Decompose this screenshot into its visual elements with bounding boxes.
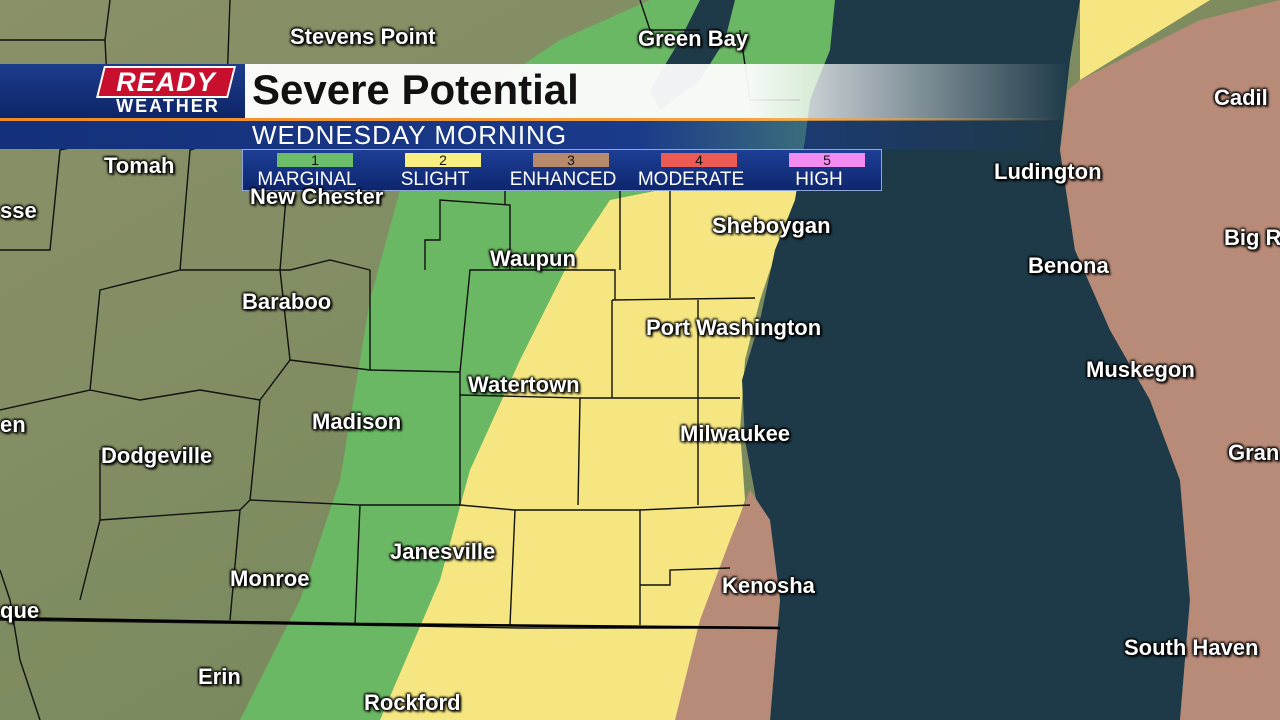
logo-ready-text: READY — [116, 67, 216, 97]
city-label-waupun: Waupun — [490, 246, 576, 271]
city-label-rockford: Rockford — [364, 690, 461, 715]
ready-weather-logo: READY WEATHER — [96, 66, 236, 118]
city-label-grand: Gran — [1228, 440, 1280, 465]
legend-item-moderate: 4 MODERATE — [627, 150, 755, 192]
page-subtitle: WEDNESDAY MORNING — [252, 120, 568, 150]
city-label-erin: Erin — [198, 664, 241, 689]
city-label-kenosha: Kenosha — [722, 573, 815, 598]
city-label-south-haven: South Haven — [1124, 635, 1259, 660]
city-label-cadillac: Cadil — [1214, 85, 1268, 110]
city-label-janesville: Janesville — [390, 539, 496, 564]
city-label-stevens-point: Stevens Point — [290, 24, 436, 49]
legend-swatch-enhanced: 3 — [533, 153, 609, 167]
city-label-muskegon: Muskegon — [1086, 357, 1195, 382]
logo-ready-badge: READY — [96, 66, 236, 98]
city-label-watertown: Watertown — [468, 372, 580, 397]
legend-item-slight: 2 SLIGHT — [371, 150, 499, 192]
city-label-dubuque: que — [0, 598, 40, 623]
city-label-baraboo: Baraboo — [242, 289, 332, 314]
city-label-en: en — [0, 412, 26, 437]
legend-swatch-marginal: 1 — [277, 153, 353, 167]
city-label-la-crosse: sse — [0, 198, 37, 223]
city-label-tomah: Tomah — [104, 153, 175, 178]
city-label-benona: Benona — [1028, 253, 1109, 278]
legend-swatch-high: 5 — [789, 153, 865, 167]
city-label-sheboygan: Sheboygan — [712, 213, 831, 238]
city-label-ludington: Ludington — [994, 159, 1102, 184]
legend-label-moderate: MODERATE — [637, 169, 745, 190]
legend-item-enhanced: 3 ENHANCED — [499, 150, 627, 192]
city-label-monroe: Monroe — [230, 566, 310, 591]
legend-swatch-slight: 2 — [405, 153, 481, 167]
city-label-new-chester: New Chester — [250, 184, 384, 209]
legend-label-slight: SLIGHT — [400, 169, 470, 190]
city-label-port-washington: Port Washington — [646, 315, 822, 340]
legend-label-high: HIGH — [795, 169, 843, 190]
city-label-milwaukee: Milwaukee — [680, 421, 791, 446]
legend-item-high: 5 HIGH — [755, 150, 883, 192]
city-label-big-rapids: Big R — [1224, 225, 1280, 250]
page-title: Severe Potential — [252, 66, 579, 113]
city-label-green-bay: Green Bay — [638, 26, 749, 51]
city-label-dodgeville: Dodgeville — [101, 443, 213, 468]
legend-label-enhanced: ENHANCED — [509, 169, 617, 190]
logo-weather-text: WEATHER — [116, 96, 220, 116]
city-label-madison: Madison — [312, 409, 402, 434]
legend-swatch-moderate: 4 — [661, 153, 737, 167]
